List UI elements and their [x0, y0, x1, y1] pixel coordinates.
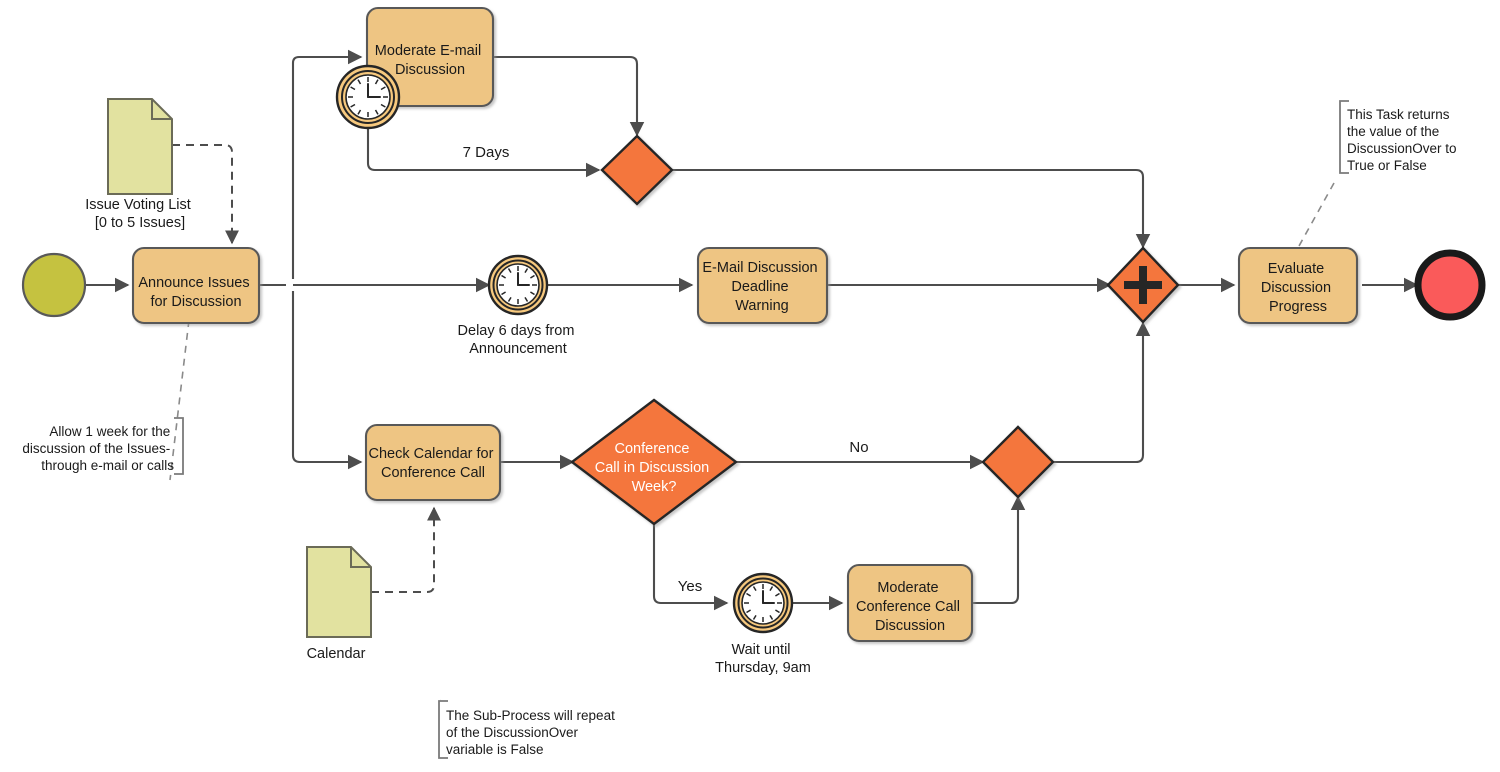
gateway-conference-merge[interactable]	[981, 425, 1055, 499]
flow-moderate-conf-to-merge	[972, 495, 1026, 605]
gateway-parallel-join[interactable]	[1106, 246, 1180, 324]
edge-label-yes: Yes	[678, 578, 702, 595]
assoc-calendar-to-check-calendar	[371, 506, 441, 593]
annotation-text: The Sub-Process will repeat of the Discu…	[446, 708, 619, 757]
leader-note-evaluate	[1298, 182, 1335, 247]
edge-label-7days: 7 Days	[463, 144, 510, 161]
flow-moderate-email-to-gateway	[493, 55, 645, 137]
bpmn-diagram: Moderate E-mail Discussion 7 Days Issue …	[21, 6, 1486, 759]
annotation-text: Allow 1 week for the discussion of the I…	[22, 424, 174, 473]
task-announce-issues[interactable]: Announce Issues for Discussion	[131, 246, 261, 325]
timer-boundary-event-7days[interactable]	[335, 64, 401, 130]
annotation-evaluate-task: This Task returns the value of the Discu…	[1339, 100, 1460, 174]
task-check-calendar[interactable]: Check Calendar for Conference Call	[364, 423, 502, 502]
gateway-email-merge[interactable]	[600, 134, 674, 206]
data-object-issue-voting-list[interactable]: Issue Voting List [0 to 5 Issues]	[85, 98, 195, 231]
timer-event-delay-6-days[interactable]: Delay 6 days from Announcement	[458, 254, 579, 357]
timer-caption: Wait until Thursday, 9am	[715, 642, 811, 676]
data-object-label: Issue Voting List [0 to 5 Issues]	[85, 197, 195, 231]
end-event[interactable]	[1414, 249, 1486, 321]
gateway-conference-call-decision[interactable]: Conference Call in Discussion Week?	[570, 398, 738, 526]
flow-bus-down	[291, 291, 363, 470]
annotation-allow-one-week: Allow 1 week for the discussion of the I…	[22, 417, 184, 475]
flow-gateway1-to-parallel	[671, 168, 1151, 249]
annotation-subprocess-repeat: The Sub-Process will repeat of the Discu…	[438, 700, 619, 759]
flow-merge-to-parallel	[1053, 321, 1151, 464]
sequence-flow-layer	[86, 49, 1419, 611]
data-object-label: Calendar	[307, 646, 366, 662]
timer-caption: Delay 6 days from Announcement	[458, 323, 579, 357]
task-moderate-conference-call[interactable]: Moderate Conference Call Discussion	[846, 563, 974, 643]
task-evaluate-discussion-progress[interactable]: Evaluate Discussion Progress	[1237, 246, 1359, 325]
start-event[interactable]	[21, 252, 87, 318]
task-email-deadline-warning[interactable]: E-Mail Discussion Deadline Warning	[696, 246, 829, 325]
leader-note-allow-week	[169, 319, 190, 481]
annotation-text: This Task returns the value of the Discu…	[1347, 107, 1460, 173]
bpmn-diagram-canvas: Moderate E-mail Discussion 7 Days Issue …	[0, 0, 1500, 772]
data-object-calendar[interactable]: Calendar	[306, 546, 372, 662]
data-association-layer	[172, 144, 441, 593]
timer-event-wait-thursday[interactable]: Wait until Thursday, 9am	[715, 572, 811, 676]
edge-label-no: No	[849, 439, 868, 456]
task-label: Evaluate Discussion Progress	[1261, 261, 1335, 315]
